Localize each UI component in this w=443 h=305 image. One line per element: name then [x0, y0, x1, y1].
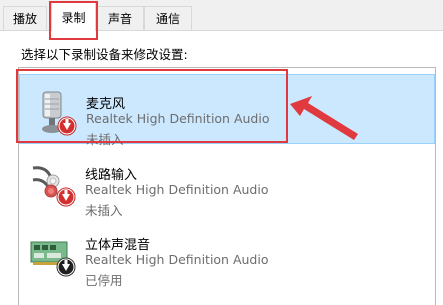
tab-communications[interactable]: 通信 [144, 6, 192, 30]
tab-sounds[interactable]: 声音 [96, 6, 144, 30]
device-item-stereo-mix[interactable]: 立体声混音 Realtek High Definition Audio 已停用 [19, 216, 435, 288]
device-driver: Realtek High Definition Audio [85, 252, 269, 267]
device-name: 立体声混音 [85, 238, 151, 253]
microphone-icon [42, 91, 77, 136]
sound-card-icon [30, 241, 76, 277]
device-driver: Realtek High Definition Audio [85, 182, 269, 197]
tab-strip: 播放 录制 声音 通信 [0, 0, 443, 31]
tab-recording[interactable]: 录制 [51, 2, 96, 31]
device-item-line-in[interactable]: 线路输入 Realtek High Definition Audio 未插入 [19, 146, 435, 218]
device-item-microphone[interactable]: 麦克风 Realtek High Definition Audio 未插入 [19, 74, 435, 147]
device-name: 麦克风 [86, 97, 126, 112]
black-down-arrow-badge [56, 257, 76, 277]
device-driver: Realtek High Definition Audio [86, 111, 270, 126]
recording-device-list[interactable]: 麦克风 Realtek High Definition Audio 未插入 线路… [18, 67, 436, 305]
red-down-arrow-badge [56, 187, 76, 207]
red-down-arrow-badge [57, 116, 77, 136]
instruction-text: 选择以下录制设备来修改设置: [21, 47, 188, 62]
line-in-cable-icon [32, 166, 76, 207]
device-name: 线路输入 [85, 168, 138, 183]
tab-playback[interactable]: 播放 [3, 6, 47, 30]
device-status: 已停用 [85, 273, 123, 288]
